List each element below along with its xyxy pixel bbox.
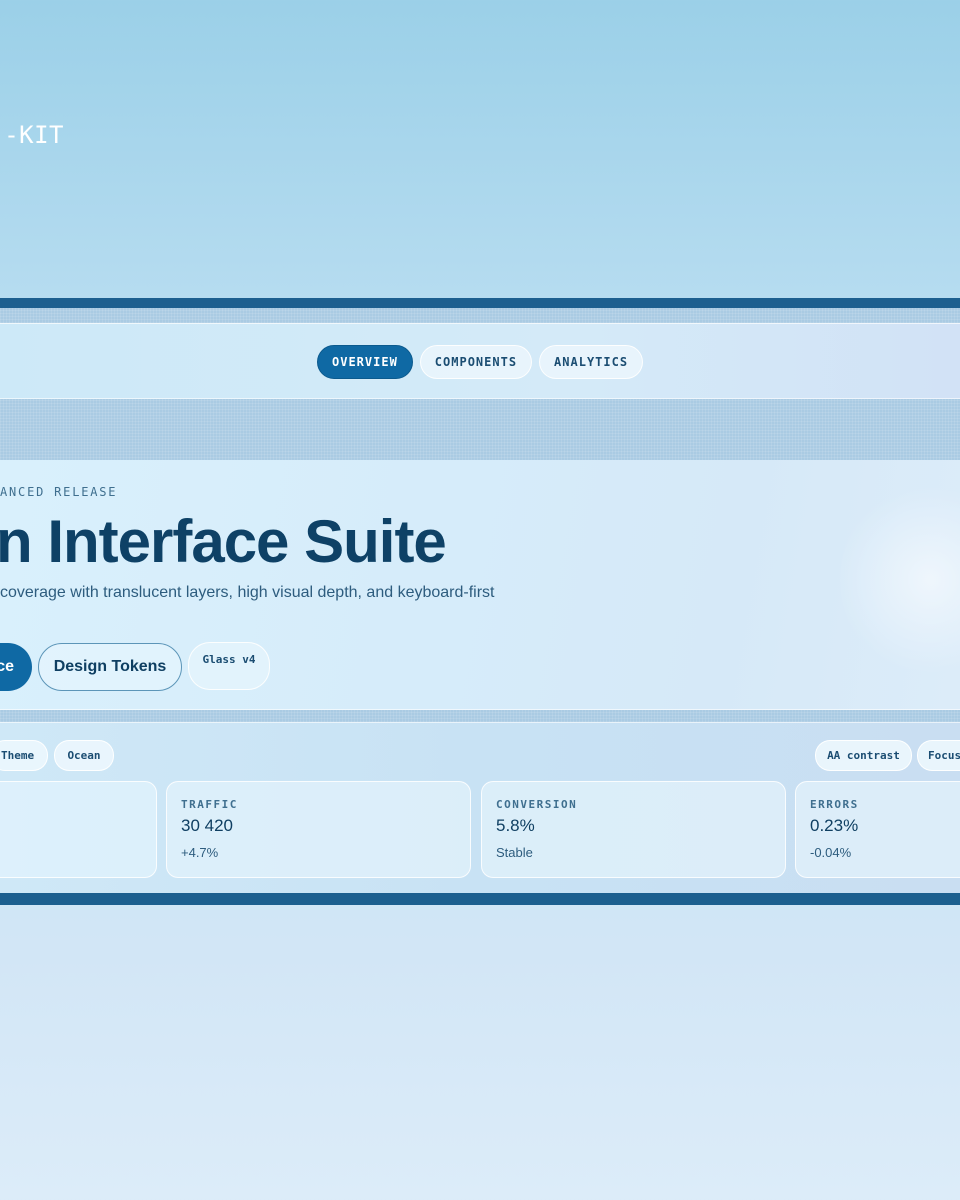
primary-cta-button[interactable]: ce: [0, 643, 32, 691]
nav-tabs: OVERVIEW COMPONENTS ANALYTICS: [317, 345, 644, 379]
frame-bottom-bar: [0, 893, 960, 905]
stat-label: ERRORS: [810, 798, 859, 811]
page-title: n Interface Suite: [0, 508, 447, 575]
tab-components[interactable]: COMPONENTS: [419, 345, 533, 379]
version-badge: Glass v4: [188, 642, 270, 690]
stat-label: CONVERSION: [496, 798, 578, 811]
aa-contrast-chip[interactable]: AA contrast: [815, 740, 912, 771]
tab-analytics[interactable]: ANALYTICS: [539, 345, 644, 379]
stat-value: 5.8%: [496, 816, 535, 835]
brand-text: -KIT: [4, 121, 64, 149]
release-eyebrow: ANCED RELEASE: [0, 485, 118, 499]
stat-card-traffic: TRAFFIC 30 420 +4.7%: [166, 781, 471, 878]
hero-glow: [840, 480, 960, 680]
top-navbar: OVERVIEW COMPONENTS ANALYTICS: [0, 323, 960, 399]
tab-overview[interactable]: OVERVIEW: [317, 345, 413, 379]
stat-value: 30 420: [181, 816, 233, 835]
stat-delta: Stable: [496, 845, 533, 860]
design-tokens-button[interactable]: Design Tokens: [38, 643, 182, 691]
stat-card-conversion: CONVERSION 5.8% Stable: [481, 781, 786, 878]
ocean-chip[interactable]: Ocean: [54, 740, 114, 771]
brand-logo: -KIT: [0, 118, 66, 152]
hero-subtitle: coverage with translucent layers, high v…: [0, 584, 495, 601]
stat-delta: -0.04%: [810, 845, 852, 860]
stat-card: [0, 781, 157, 878]
stat-label: TRAFFIC: [181, 798, 238, 811]
frame-top-bar: [0, 298, 960, 308]
focus-chip[interactable]: Focus: [917, 740, 960, 771]
theme-chip[interactable]: Theme: [0, 740, 48, 771]
hero-panel: ANCED RELEASE n Interface Suite coverage…: [0, 460, 960, 710]
stat-delta: +4.7%: [181, 845, 219, 860]
stats-section: Theme Ocean AA contrast Focus TRAFFIC 30…: [0, 722, 960, 893]
stat-value: 0.23%: [810, 816, 859, 835]
stat-card-errors: ERRORS 0.23% -0.04%: [795, 781, 960, 878]
